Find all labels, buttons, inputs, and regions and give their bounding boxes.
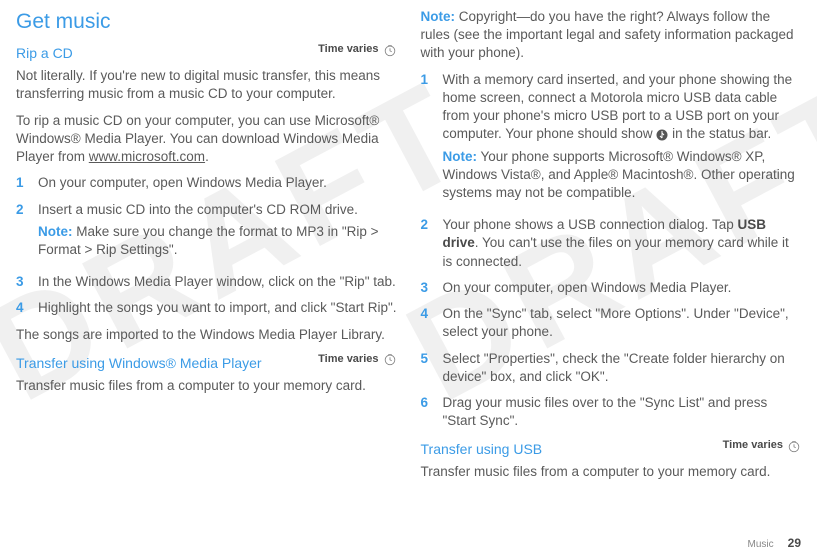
time-varies-badge: Time varies — [723, 438, 801, 453]
page-columns: Get music Rip a CD Time varies Not liter… — [0, 0, 817, 489]
usb-section-head: Transfer using USB Time varies — [421, 438, 802, 463]
clock-icon — [383, 43, 397, 57]
step-text: Your phone shows a USB connection dialog… — [443, 217, 738, 232]
list-item: 2 Your phone shows a USB connection dial… — [421, 216, 802, 271]
note-block: Note: Your phone supports Microsoft® Win… — [443, 148, 802, 203]
step-number: 2 — [421, 216, 433, 271]
footer-section: Music — [748, 539, 774, 550]
list-item: 6 Drag your music files over to the "Syn… — [421, 394, 802, 430]
clock-icon — [383, 352, 397, 366]
note-text: Your phone supports Microsoft® Windows® … — [443, 149, 795, 200]
rip-outro-text: The songs are imported to the Windows Me… — [16, 326, 397, 344]
step-number: 1 — [16, 174, 28, 192]
rip-intro-text: Not literally. If you're new to digital … — [16, 67, 397, 103]
left-column: Get music Rip a CD Time varies Not liter… — [16, 8, 397, 489]
list-item: 4 Highlight the songs you want to import… — [16, 299, 397, 317]
step-body: On your computer, open Windows Media Pla… — [38, 174, 397, 192]
note-text: Make sure you change the format to MP3 i… — [38, 224, 379, 257]
step-suffix: in the status bar. — [672, 126, 771, 141]
step-number: 4 — [16, 299, 28, 317]
step-body: Highlight the songs you want to import, … — [38, 299, 397, 317]
step-suffix: . You can't use the files on your memory… — [443, 235, 789, 268]
step-body: Your phone shows a USB connection dialog… — [443, 216, 802, 271]
usb-heading: Transfer using USB — [421, 440, 543, 459]
note-text: Copyright—do you have the right? Always … — [421, 9, 794, 60]
usb-intro-text: Transfer music files from a computer to … — [421, 463, 802, 481]
step-body: With a memory card inserted, and your ph… — [443, 71, 802, 209]
rip-howto-text: To rip a music CD on your computer, you … — [16, 112, 397, 167]
step-number: 2 — [16, 201, 28, 266]
step-number: 5 — [421, 350, 433, 386]
step-number: 3 — [421, 279, 433, 297]
rip-cd-section-head: Rip a CD Time varies — [16, 42, 397, 67]
usb-icon — [656, 129, 668, 141]
page-number: 29 — [788, 536, 801, 550]
rip-howto-suffix: . — [205, 149, 209, 164]
time-varies-label: Time varies — [318, 352, 378, 367]
step-body: Insert a music CD into the computer's CD… — [38, 201, 397, 266]
note-label: Note: — [38, 224, 73, 239]
step-number: 4 — [421, 305, 433, 341]
wmp-intro-text: Transfer music files from a computer to … — [16, 377, 397, 395]
list-item: 2 Insert a music CD into the computer's … — [16, 201, 397, 266]
list-item: 3 On your computer, open Windows Media P… — [421, 279, 802, 297]
list-item: 5 Select "Properties", check the "Create… — [421, 350, 802, 386]
step-body: Select "Properties", check the "Create f… — [443, 350, 802, 386]
step-body: On your computer, open Windows Media Pla… — [443, 279, 802, 297]
page-footer: Music 29 — [748, 536, 801, 550]
time-varies-label: Time varies — [318, 42, 378, 57]
clock-icon — [787, 439, 801, 453]
list-item: 4 On the "Sync" tab, select "More Option… — [421, 305, 802, 341]
right-column: Note: Copyright—do you have the right? A… — [421, 8, 802, 489]
microsoft-link[interactable]: www.microsoft.com — [89, 149, 205, 164]
list-item: 3 In the Windows Media Player window, cl… — [16, 273, 397, 291]
wmp-section-head: Transfer using Windows® Media Player Tim… — [16, 352, 397, 377]
step-text: Insert a music CD into the computer's CD… — [38, 202, 358, 217]
note-block: Note: Make sure you change the format to… — [38, 223, 397, 259]
step-body: Drag your music files over to the "Sync … — [443, 394, 802, 430]
wmp-heading: Transfer using Windows® Media Player — [16, 354, 262, 373]
list-item: 1 With a memory card inserted, and your … — [421, 71, 802, 209]
step-number: 1 — [421, 71, 433, 209]
time-varies-label: Time varies — [723, 438, 783, 453]
note-label: Note: — [421, 9, 456, 24]
step-body: On the "Sync" tab, select "More Options"… — [443, 305, 802, 341]
step-number: 3 — [16, 273, 28, 291]
list-item: 1 On your computer, open Windows Media P… — [16, 174, 397, 192]
step-body: In the Windows Media Player window, clic… — [38, 273, 397, 291]
time-varies-badge: Time varies — [318, 42, 396, 57]
note-label: Note: — [443, 149, 478, 164]
copyright-note: Note: Copyright—do you have the right? A… — [421, 8, 802, 63]
time-varies-badge: Time varies — [318, 352, 396, 367]
step-number: 6 — [421, 394, 433, 430]
rip-cd-heading: Rip a CD — [16, 44, 73, 63]
page-title: Get music — [16, 8, 397, 36]
